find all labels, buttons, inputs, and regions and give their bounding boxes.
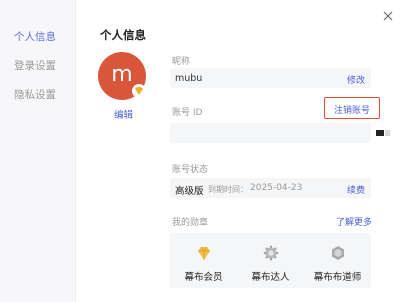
sidebar-item-profile[interactable]: 个人信息 [14, 29, 56, 44]
nickname-label: 昵称 [172, 57, 191, 67]
medals-panel: 幕布会员 幕布达人 幕布布道师 [170, 233, 371, 288]
expire-date: 2025-04-23 [250, 183, 303, 193]
sidebar-item-privacy-settings[interactable]: 隐私设置 [14, 87, 56, 102]
medal-name: 幕布会员 [184, 272, 223, 283]
nickname-field: mubu [170, 68, 371, 88]
medal-name: 幕布达人 [251, 272, 290, 283]
medal-item: 幕布会员 [170, 233, 237, 288]
medal-item: 幕布布道师 [304, 233, 371, 288]
account-status-field: 高级版 到期时间： 2025-04-23 [170, 178, 371, 198]
sidebar-item-login-settings[interactable]: 登录设置 [14, 58, 56, 73]
edit-nickname-link[interactable]: 修改 [347, 73, 365, 86]
edit-avatar-link[interactable]: 编辑 [114, 107, 133, 121]
learn-more-link[interactable]: 了解更多 [336, 215, 372, 228]
redacted-id-mark [376, 130, 384, 136]
close-icon[interactable] [383, 11, 393, 21]
settings-sidebar: 个人信息 登录设置 隐私设置 [0, 0, 76, 302]
account-id-field [170, 123, 390, 143]
medals-label: 我的勋章 [172, 218, 209, 228]
account-status-label: 账号状态 [172, 165, 209, 175]
renew-link[interactable]: 续费 [347, 183, 365, 196]
diamond-medal-icon [196, 245, 212, 261]
medal-item: 幕布达人 [237, 233, 304, 288]
gear-medal-icon [263, 245, 279, 261]
account-id-label: 账号 ID [172, 108, 203, 118]
delete-account-link[interactable]: 注销账号 [334, 103, 370, 116]
redacted-id-mark [385, 130, 390, 136]
plan-name: 高级版 [175, 186, 204, 197]
hexagon-medal-icon [330, 245, 346, 261]
medal-name: 幕布布道师 [313, 272, 362, 283]
nickname-value: mubu [175, 73, 203, 84]
vip-badge-icon [132, 84, 146, 98]
page-title: 个人信息 [100, 28, 146, 42]
expire-label: 到期时间： [208, 185, 248, 194]
